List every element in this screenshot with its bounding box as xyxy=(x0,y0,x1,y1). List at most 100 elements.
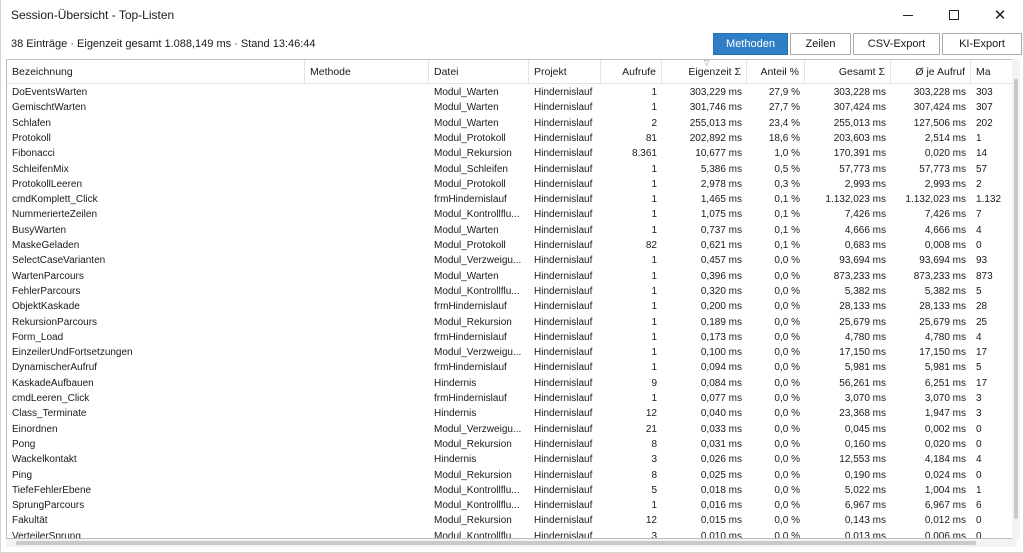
cell-aufrufe: 3 xyxy=(651,530,657,539)
cell-datei: Hindernis xyxy=(434,377,477,389)
cell-anteil: 0,0 % xyxy=(774,285,800,297)
column-header-projekt[interactable]: Projekt xyxy=(529,60,601,84)
column-header-anteil[interactable]: Anteil % xyxy=(747,60,805,84)
horizontal-scroll-thumb[interactable] xyxy=(16,541,976,545)
cell-datei: Modul_Kontrollflu... xyxy=(434,209,520,221)
cell-eigenzeit: 0,018 ms xyxy=(700,484,742,496)
table-row[interactable]: FehlerParcours Modul_Kontrollflu... Hinder… xyxy=(7,284,1016,299)
column-header-avg-per-call[interactable]: Ø je Aufruf xyxy=(891,60,971,84)
cell-datei: Modul_Kontrollflu... xyxy=(434,484,520,496)
cell-aufrufe: 1 xyxy=(651,393,657,404)
cell-datei: Modul_Kontrollflu... xyxy=(434,285,520,297)
cell-aufrufe: 1 xyxy=(651,224,657,236)
cell-max: 7 xyxy=(976,209,982,221)
cell-projekt: Hindernislauf xyxy=(534,132,593,144)
cell-gesamt: 307,424 ms xyxy=(833,102,886,114)
cell-gesamt: 2,993 ms xyxy=(844,178,886,190)
table-row[interactable]: Pong Modul_Rekursion Hindernislauf 8 0,031 m… xyxy=(7,437,1016,452)
cell-methode xyxy=(305,529,429,538)
cell-anteil: 0,0 % xyxy=(774,377,800,389)
cell-bezeichnung: Pong xyxy=(12,438,36,450)
cell-aufrufe: 1 xyxy=(651,102,657,114)
cell-aufrufe: 1 xyxy=(651,500,657,512)
cell-avg: 0,012 ms xyxy=(924,515,966,527)
cell-gesamt: 12,553 ms xyxy=(839,454,886,466)
table-row[interactable]: SprungParcours Modul_Kontrollflu... Hinder… xyxy=(7,498,1016,513)
table-row[interactable]: NummerierteZeilen Modul_Kontrollflu... Hin… xyxy=(7,207,1016,222)
horizontal-scrollbar[interactable] xyxy=(6,539,1017,547)
cell-aufrufe: 1 xyxy=(651,331,657,343)
cell-projekt: Hindernislauf xyxy=(534,393,593,404)
cell-projekt: Hindernislauf xyxy=(534,484,593,496)
vertical-scrollbar[interactable] xyxy=(1012,59,1020,539)
table-row[interactable]: RekursionParcours Modul_Rekursion Hinderni… xyxy=(7,315,1016,330)
cell-max: 1.132 xyxy=(976,194,1002,206)
cell-projekt: Hindernislauf xyxy=(534,469,593,481)
cell-bezeichnung: DynamischerAufruf xyxy=(12,362,98,374)
table-row[interactable]: Wackelkontakt Hindernis Hindernislauf 3 0,02… xyxy=(7,452,1016,467)
cell-anteil: 0,0 % xyxy=(774,530,800,539)
column-header-gesamt[interactable]: Gesamt Σ xyxy=(805,60,891,84)
table-row[interactable]: Class_Terminate Hindernis Hindernislauf 12 0… xyxy=(7,406,1016,421)
cell-bezeichnung: TiefeFehlerEbene xyxy=(12,484,92,496)
cell-anteil: 0,0 % xyxy=(774,500,800,512)
table-row[interactable]: GemischtWarten Modul_Warten Hindernislauf 1… xyxy=(7,100,1016,115)
cell-methode xyxy=(305,146,429,161)
column-header-bezeichnung[interactable]: Bezeichnung xyxy=(7,60,305,84)
maximize-button[interactable] xyxy=(931,0,977,30)
column-header-methode[interactable]: Methode xyxy=(305,60,429,84)
cell-eigenzeit: 0,026 ms xyxy=(700,454,742,466)
cell-avg: 0,020 ms xyxy=(924,438,966,450)
close-button[interactable]: ✕ xyxy=(977,0,1023,30)
cell-projekt: Hindernislauf xyxy=(534,240,593,251)
table-row[interactable]: Schlafen Modul_Warten Hindernislauf 2 255,01… xyxy=(7,116,1016,131)
table-row[interactable]: WartenParcours Modul_Warten Hindernislauf 1… xyxy=(7,269,1016,284)
table-row[interactable]: cmdKomplett_Click frmHindernislauf Hindern… xyxy=(7,192,1016,207)
cell-avg: 3,070 ms xyxy=(924,393,966,404)
cell-bezeichnung: cmdLeeren_Click xyxy=(12,393,90,404)
minimize-button[interactable] xyxy=(885,0,931,30)
cell-datei: Hindernis xyxy=(434,454,477,466)
column-header-aufrufe[interactable]: Aufrufe xyxy=(601,60,662,84)
table-row[interactable]: Fibonacci Modul_Rekursion Hindernislauf 8.3… xyxy=(7,146,1016,161)
cell-avg: 6,967 ms xyxy=(924,500,966,512)
table-row[interactable]: TiefeFehlerEbene Modul_Kontrollflu... Hind… xyxy=(7,483,1016,498)
column-header-eigenzeit[interactable]: ▽ Eigenzeit Σ xyxy=(662,60,747,84)
table-row[interactable]: ObjektKaskade frmHindernislauf Hindernisla… xyxy=(7,299,1016,314)
vertical-scroll-thumb[interactable] xyxy=(1014,79,1018,519)
table-row[interactable]: Einordnen Modul_Verzweigu... Hindernislauf… xyxy=(7,422,1016,437)
ki-export-button[interactable]: KI-Export xyxy=(942,33,1022,55)
cell-aufrufe: 8 xyxy=(651,438,657,450)
cell-bezeichnung: Form_Load xyxy=(12,331,64,343)
column-header-eigenzeit-label: Eigenzeit Σ xyxy=(688,66,741,78)
table-row[interactable]: BusyWarten Modul_Warten Hindernislauf 1 0,73… xyxy=(7,223,1016,238)
column-header-datei[interactable]: Datei xyxy=(429,60,529,84)
lines-button[interactable]: Zeilen xyxy=(790,33,851,55)
cell-eigenzeit: 301,746 ms xyxy=(689,102,742,114)
cell-methode xyxy=(305,162,429,177)
methods-button[interactable]: Methoden xyxy=(713,33,788,55)
cell-aufrufe: 12 xyxy=(645,515,657,527)
table-row[interactable]: MaskeGeladen Modul_Protokoll Hindernislauf… xyxy=(7,238,1016,253)
column-header-max[interactable]: Ma xyxy=(971,60,1016,84)
cell-avg: 303,228 ms xyxy=(913,87,966,98)
cell-max: 0 xyxy=(976,240,982,251)
csv-export-button[interactable]: CSV-Export xyxy=(853,33,940,55)
table-row[interactable]: DoEventsWarten Modul_Warten Hindernislauf 1… xyxy=(7,85,1016,100)
table-row[interactable]: DynamischerAufruf frmHindernislauf Hindern… xyxy=(7,360,1016,375)
table-row[interactable]: EinzeilerUndFortsetzungen Modul_Verzweigu… xyxy=(7,345,1016,360)
cell-max: 3 xyxy=(976,393,982,404)
table-row[interactable]: Ping Modul_Rekursion Hindernislauf 8 0,025 m… xyxy=(7,468,1016,483)
table-row[interactable]: Form_Load frmHindernislauf Hindernislauf 1 0… xyxy=(7,330,1016,345)
table-row[interactable]: SelectCaseVarianten Modul_Verzweigu... Hin… xyxy=(7,253,1016,268)
cell-avg: 0,020 ms xyxy=(924,148,966,160)
table-row[interactable]: cmdLeeren_Click frmHindernislauf Hindernis… xyxy=(7,391,1016,406)
table-row[interactable]: Fakultät Modul_Rekursion Hindernislauf 12 0,… xyxy=(7,513,1016,528)
table-row[interactable]: VerteilerSprung Modul_Kontrollflu... Hinde… xyxy=(7,529,1016,539)
cell-anteil: 0,1 % xyxy=(774,224,800,236)
table-row[interactable]: Protokoll Modul_Protokoll Hindernislauf 81 2… xyxy=(7,131,1016,146)
table-row[interactable]: ProtokollLeeren Modul_Protokoll Hindernisl… xyxy=(7,177,1016,192)
cell-anteil: 0,3 % xyxy=(774,178,800,190)
table-row[interactable]: SchleifenMix Modul_Schleifen Hindernislauf… xyxy=(7,162,1016,177)
table-row[interactable]: KaskadeAufbauen Hindernis Hindernislauf 9 0,… xyxy=(7,376,1016,391)
